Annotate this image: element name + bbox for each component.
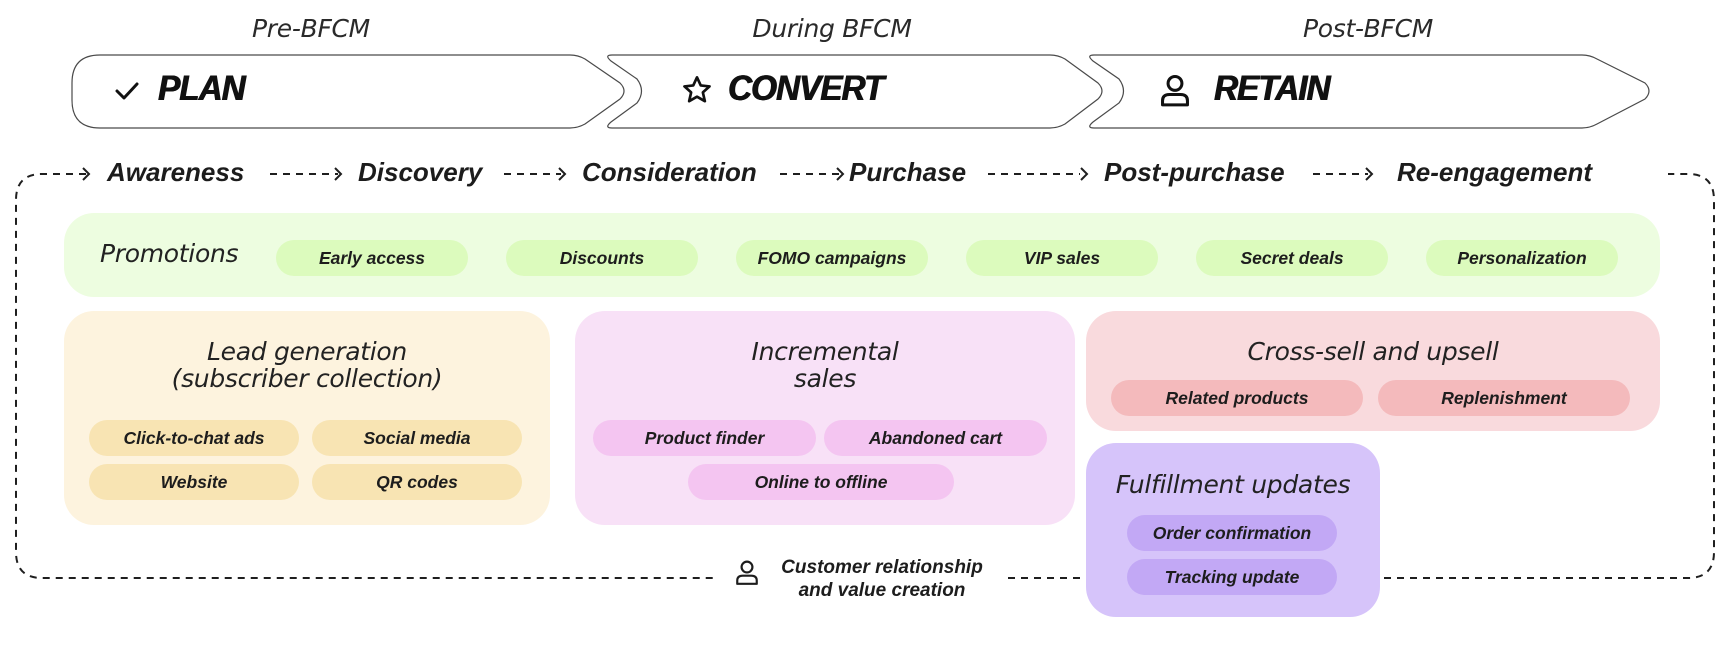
incremental-sales-title-line2: sales: [793, 364, 857, 393]
loop-label: Customer relationship and value creation: [772, 556, 992, 602]
phase-title-convert: CONVERT: [728, 69, 884, 108]
user-icon: [1161, 74, 1189, 107]
loop-label-line2: and value creation: [798, 580, 966, 601]
loop-label-line1: Customer relationship: [781, 557, 983, 578]
fulfillment-pill: Order confirmation: [1127, 515, 1337, 551]
cross-sell-pill: Replenishment: [1378, 380, 1630, 416]
lead-generation-pill: QR codes: [312, 464, 522, 500]
incremental-sales-pill: Online to offline: [688, 464, 954, 500]
phase-period-post: Post-BFCM: [1302, 14, 1434, 43]
check-icon: [115, 82, 139, 100]
promotion-pill: Early access: [276, 240, 468, 276]
phase-period-during: During BFCM: [752, 14, 912, 43]
incremental-sales-title: Incremental sales: [575, 338, 1075, 392]
stage-re-engagement: Re-engagement: [1397, 157, 1593, 187]
promotions-title: Promotions: [100, 239, 239, 268]
lead-generation-pill: Click-to-chat ads: [89, 420, 299, 456]
promotion-pill: Secret deals: [1196, 240, 1388, 276]
incremental-sales-pill: Abandoned cart: [824, 420, 1047, 456]
user-icon: [736, 560, 758, 585]
promotion-pill: VIP sales: [966, 240, 1158, 276]
fulfillment-pill: Tracking update: [1127, 559, 1337, 595]
stage-awareness: Awareness: [107, 157, 245, 187]
fulfillment-title: Fulfillment updates: [1115, 470, 1351, 499]
phase-chevron-plan: [71, 54, 625, 129]
phase-title-retain: RETAIN: [1214, 69, 1331, 108]
incremental-sales-pill: Product finder: [593, 420, 816, 456]
lead-generation-pill: Social media: [312, 420, 522, 456]
promotion-pill: Discounts: [506, 240, 698, 276]
lead-generation-title: Lead generation (subscriber collection): [64, 338, 550, 392]
phase-title-plan: PLAN: [158, 69, 246, 108]
stage-discovery: Discovery: [358, 157, 483, 187]
stage-purchase: Purchase: [849, 157, 967, 187]
cross-sell-pill: Related products: [1111, 380, 1363, 416]
lead-generation-title-line1: Lead generation: [207, 337, 407, 366]
lead-generation-pill: Website: [89, 464, 299, 500]
star-icon: [683, 76, 711, 103]
incremental-sales-title-line1: Incremental: [751, 337, 899, 366]
lead-generation-title-line2: (subscriber collection): [171, 364, 443, 393]
promotion-pill: Personalization: [1426, 240, 1618, 276]
stage-consideration: Consideration: [582, 157, 757, 187]
promotion-pill: FOMO campaigns: [736, 240, 928, 276]
phase-period-pre: Pre-BFCM: [252, 14, 370, 43]
stage-post-purchase: Post-purchase: [1104, 157, 1285, 187]
cross-sell-title: Cross-sell and upsell: [1247, 337, 1499, 366]
